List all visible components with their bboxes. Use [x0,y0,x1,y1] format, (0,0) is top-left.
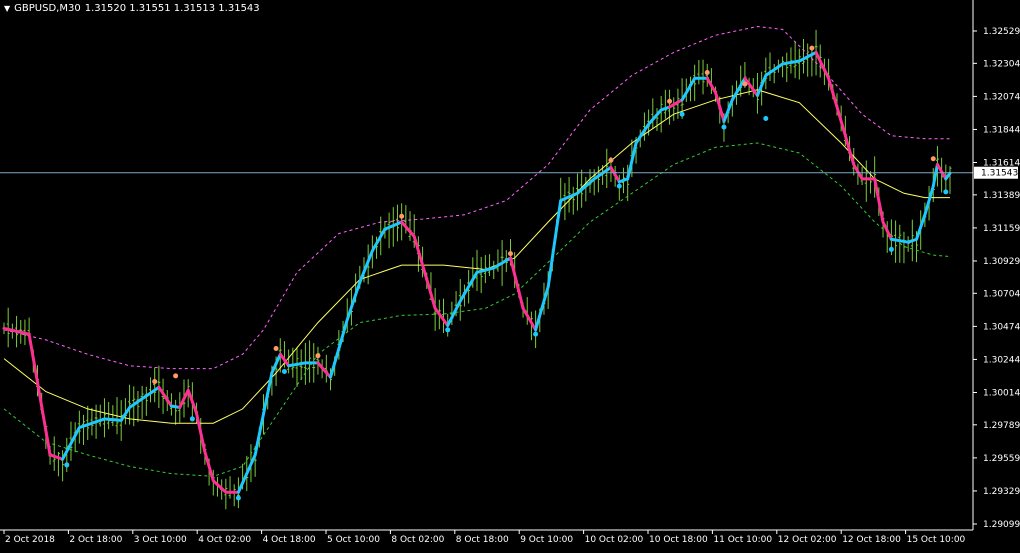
signal-down-dot [507,251,513,257]
candles [2,29,952,510]
signal-down-dot [608,157,614,163]
trend-segment-down [743,76,759,97]
y-tick-label: 1.29559 [983,454,1020,464]
y-tick-label: 1.30014 [983,388,1020,398]
signal-down-dot [273,346,279,352]
signal-up-dot [235,495,241,501]
ohlc-label: 1.31520 1.31551 1.31513 1.31543 [84,3,260,14]
y-tick-label: 1.30244 [983,355,1020,365]
signal-down-dot [173,373,179,379]
signal-up-dot [189,416,195,422]
x-tick-label: 2 Oct 18:00 [69,535,122,545]
signal-up-dot [616,183,622,189]
signal-down-dot [930,156,936,162]
trend-segment-down [814,50,893,241]
trend-segment-up [329,220,404,379]
y-tick-label: 1.30929 [983,257,1020,267]
trend-segment-down [316,361,332,379]
x-tick-label: 8 Oct 02:00 [391,535,444,545]
signal-down-dot [399,213,405,219]
current-price-label: 1.31543 [981,169,1018,179]
x-tick-label: 10 Oct 02:00 [585,535,644,545]
trend-segment-up [889,163,939,244]
y-tick-label: 1.30704 [983,289,1020,299]
signal-up-dot [281,369,287,375]
trend-segment-down [400,220,450,327]
y-tick-label: 1.31844 [983,125,1020,135]
trend-line [2,50,952,494]
x-tick-label: 9 Oct 10:00 [520,535,573,545]
y-tick-label: 1.31159 [983,224,1020,234]
signal-up-dot [721,124,727,130]
trend-segment-up [61,385,161,461]
y-tick-label: 1.30474 [983,322,1020,332]
signal-down-dot [704,70,710,76]
symbol-label: GBPUSD,M30 [14,3,81,14]
lower-band-line [3,142,951,477]
chevron-down-icon[interactable]: ▼ [4,4,10,13]
signal-up-dot [64,462,70,468]
signal-down-dot [742,81,748,87]
trend-segment-up [722,76,747,123]
chart-title: ▼ GBPUSD,M30 1.31520 1.31551 1.31513 1.3… [4,3,260,14]
chart-canvas[interactable]: 1.325291.323041.320741.318441.316141.313… [0,0,1020,549]
signal-up-dot [679,111,685,117]
x-tick-label: 8 Oct 18:00 [456,535,509,545]
y-tick-label: 1.32074 [983,92,1020,102]
signal-down-dot [152,379,158,385]
y-tick-label: 1.32529 [983,27,1020,37]
upper-band-line [3,25,950,370]
signals [64,45,949,501]
trend-segment-down [157,385,173,408]
x-tick-label: 3 Oct 10:00 [134,535,187,545]
x-tick-label: 15 Oct 10:00 [907,535,966,545]
signal-down-dot [809,45,815,51]
signal-up-dot [943,189,949,195]
y-tick-label: 1.29329 [983,487,1020,497]
signal-up-dot [533,331,539,337]
x-tick-label: 12 Oct 02:00 [778,535,837,545]
x-tick-label: 5 Oct 10:00 [327,535,380,545]
chart-area[interactable]: 1.32529 1.32304 1.32074 1.31844 1.31614 1.313… [0,0,1020,549]
signal-down-dot [315,353,321,359]
y-tick-label: 1.31389 [983,191,1020,201]
signal-up-dot [888,246,894,252]
axes: 1.325291.323041.320741.318441.316141.313… [0,0,1020,545]
y-tick-label: 1.29789 [983,421,1020,431]
x-tick-label: 10 Oct 18:00 [649,535,708,545]
signal-up-dot [445,327,451,333]
trend-segment-up [446,256,512,327]
y-tick-label: 1.32304 [983,59,1020,69]
signal-up-dot [763,116,769,122]
x-tick-label: 4 Oct 02:00 [198,535,251,545]
y-tick-label: 1.29099 [983,520,1020,530]
x-tick-label: 4 Oct 18:00 [263,535,316,545]
x-tick-label: 2 Oct 2018 [5,535,55,545]
x-tick-label: 11 Oct 10:00 [713,535,772,545]
x-tick-label: 12 Oct 18:00 [842,535,901,545]
signal-down-dot [667,98,673,104]
trend-segment-up [944,171,952,181]
